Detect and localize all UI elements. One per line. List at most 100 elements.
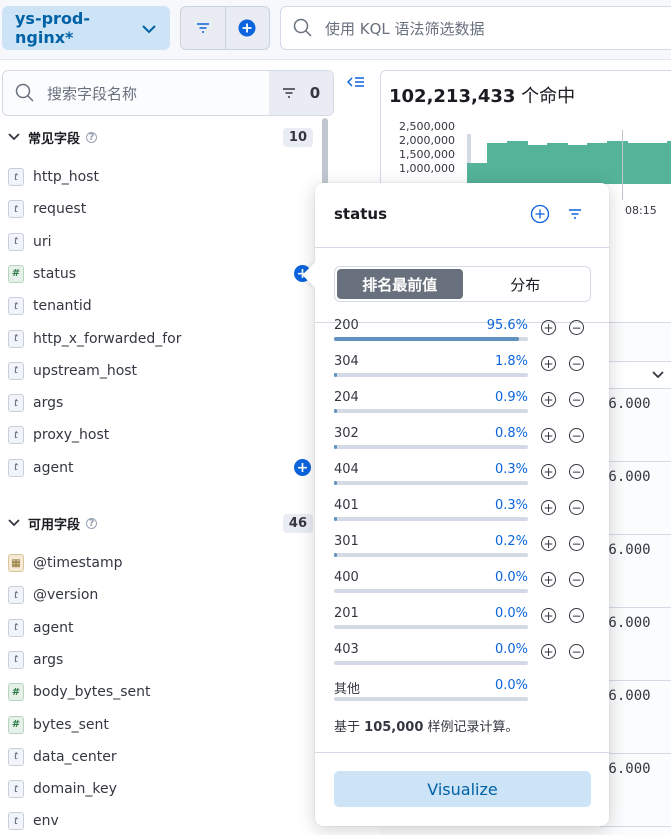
field-item[interactable]: t request bbox=[8, 196, 308, 222]
chevron-down-icon[interactable] bbox=[652, 367, 664, 383]
histogram-bar[interactable] bbox=[627, 143, 648, 184]
filter-for-value-icon[interactable]: + bbox=[541, 572, 556, 587]
histogram-bar[interactable] bbox=[607, 141, 628, 184]
popover-header-actions bbox=[530, 204, 582, 228]
row-divider bbox=[600, 461, 671, 462]
value-label: 400 bbox=[334, 570, 359, 585]
histogram-bar[interactable] bbox=[507, 141, 528, 184]
tab-distribution[interactable]: 分布 bbox=[463, 269, 589, 299]
filter-out-value-icon[interactable]: − bbox=[569, 356, 584, 371]
histogram-bar[interactable] bbox=[567, 145, 588, 184]
filter-for-value-icon[interactable]: + bbox=[541, 536, 556, 551]
visualize-button[interactable]: Visualize bbox=[334, 771, 591, 807]
histogram-bar[interactable] bbox=[647, 143, 668, 184]
field-name: tenantid bbox=[33, 298, 92, 315]
value-bar-track bbox=[334, 445, 528, 449]
field-item[interactable]: t @version bbox=[8, 582, 308, 608]
field-item[interactable]: t agent bbox=[8, 615, 308, 641]
string-type-icon: t bbox=[8, 329, 24, 348]
filter-for-value-icon[interactable]: + bbox=[541, 392, 556, 407]
field-item[interactable]: # body_bytes_sent bbox=[8, 679, 308, 705]
string-type-icon: t bbox=[8, 200, 24, 219]
value-percent: 0.3% bbox=[494, 462, 528, 477]
available-fields-header[interactable]: 可用字段 ? 46 bbox=[8, 509, 313, 537]
filter-options-button[interactable] bbox=[181, 7, 225, 49]
add-field-button[interactable] bbox=[530, 204, 550, 228]
filter-for-value-icon[interactable]: + bbox=[541, 320, 556, 335]
add-filter-button[interactable] bbox=[224, 7, 270, 49]
top-value-row: 403 0.0% + − bbox=[334, 642, 594, 678]
filter-for-value-icon[interactable]: + bbox=[541, 464, 556, 479]
filter-for-value-icon[interactable]: + bbox=[541, 500, 556, 515]
filter-out-value-icon[interactable]: − bbox=[569, 320, 584, 335]
index-pattern-selector[interactable]: ys-prod-nginx* bbox=[2, 6, 170, 50]
filter-for-value-icon[interactable]: + bbox=[541, 644, 556, 659]
field-item[interactable]: t domain_key bbox=[8, 776, 308, 802]
value-percent: 0.3% bbox=[494, 498, 528, 513]
filter-field-button[interactable] bbox=[568, 204, 582, 228]
field-item[interactable]: t http_x_forwarded_for bbox=[8, 326, 308, 352]
filter-for-value-icon[interactable]: + bbox=[541, 356, 556, 371]
sidebar-scrollbar[interactable] bbox=[322, 118, 328, 188]
selected-fields-header[interactable]: 常见字段 ? 10 bbox=[8, 123, 313, 151]
filter-out-value-icon[interactable]: − bbox=[569, 392, 584, 407]
value-bar-track bbox=[334, 409, 528, 413]
help-icon[interactable]: ? bbox=[86, 517, 98, 529]
histogram-bar[interactable] bbox=[587, 143, 608, 184]
collapse-sidebar-button[interactable] bbox=[346, 74, 365, 93]
time-marker-line bbox=[622, 130, 623, 200]
top-value-row: 200 95.6% + − bbox=[334, 318, 594, 354]
filter-for-value-icon[interactable]: + bbox=[541, 428, 556, 443]
field-item[interactable]: t uri bbox=[8, 229, 308, 255]
histogram-bar[interactable] bbox=[667, 141, 671, 184]
filter-out-value-icon[interactable]: − bbox=[569, 500, 584, 515]
field-item[interactable]: t data_center bbox=[8, 744, 308, 770]
popover-divider bbox=[315, 752, 609, 753]
filter-out-value-icon[interactable]: − bbox=[569, 572, 584, 587]
field-item[interactable]: # bytes_sent bbox=[8, 712, 308, 738]
histogram-bar[interactable] bbox=[487, 143, 508, 184]
field-item[interactable]: t http_host bbox=[8, 164, 308, 190]
help-icon[interactable]: ? bbox=[86, 131, 98, 143]
number-type-icon: # bbox=[8, 683, 24, 702]
filter-out-value-icon[interactable]: − bbox=[569, 464, 584, 479]
value-label: 201 bbox=[334, 606, 359, 621]
value-percent: 0.0% bbox=[494, 678, 528, 693]
tab-top-values[interactable]: 排名最前值 bbox=[337, 269, 463, 299]
filter-out-value-icon[interactable]: − bbox=[569, 536, 584, 551]
field-item[interactable]: t proxy_host bbox=[8, 422, 308, 448]
histogram-bar[interactable] bbox=[547, 143, 568, 184]
value-percent: 0.8% bbox=[494, 426, 528, 441]
field-item[interactable]: ▦ @timestamp bbox=[8, 550, 308, 576]
histogram-bar[interactable] bbox=[527, 145, 548, 184]
kql-search-input[interactable]: 使用 KQL 语法筛选数据 bbox=[280, 6, 671, 50]
string-type-icon: t bbox=[8, 426, 24, 445]
string-type-icon: t bbox=[8, 297, 24, 316]
index-pattern-label: ys-prod-nginx* bbox=[15, 9, 91, 47]
sample-count: 105,000 bbox=[364, 720, 424, 735]
field-item[interactable]: t upstream_host bbox=[8, 358, 308, 384]
field-search-input[interactable]: 搜索字段名称 0 bbox=[2, 70, 334, 116]
filter-out-value-icon[interactable]: − bbox=[569, 608, 584, 623]
field-item[interactable]: t args bbox=[8, 390, 308, 416]
field-item[interactable]: t tenantid bbox=[8, 293, 308, 319]
group-count: 10 bbox=[282, 127, 313, 147]
value-bar-fill bbox=[334, 481, 337, 485]
value-bar-track bbox=[334, 517, 528, 521]
filter-out-value-icon[interactable]: − bbox=[569, 644, 584, 659]
filter-out-value-icon[interactable]: − bbox=[569, 428, 584, 443]
histogram-chart[interactable]: 2,500,000 2,000,000 1,500,000 1,000,000 08:1… bbox=[389, 120, 671, 217]
top-value-row: 301 0.2% + − bbox=[334, 534, 594, 570]
value-label: 401 bbox=[334, 498, 359, 513]
plus-circle-icon bbox=[530, 204, 550, 224]
field-item[interactable]: t env bbox=[8, 808, 308, 834]
field-type-filter-button[interactable]: 0 bbox=[269, 71, 333, 115]
filter-for-value-icon[interactable]: + bbox=[541, 608, 556, 623]
field-item[interactable]: t agent + bbox=[8, 455, 311, 481]
number-type-icon: # bbox=[8, 715, 24, 734]
field-item[interactable]: t args bbox=[8, 647, 308, 673]
top-value-row: 其他 0.0% bbox=[334, 678, 594, 714]
histogram-bar[interactable] bbox=[467, 162, 488, 184]
field-item[interactable]: #status+ bbox=[8, 261, 311, 287]
string-type-icon: t bbox=[8, 458, 24, 477]
